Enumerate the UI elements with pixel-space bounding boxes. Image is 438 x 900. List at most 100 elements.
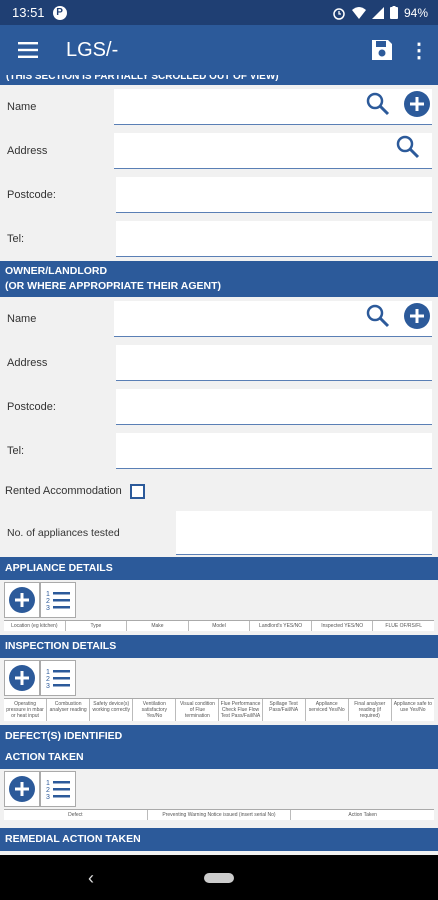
defects-section-header: DEFECT(S) IDENTIFIED bbox=[0, 725, 438, 748]
appliance-column-header: Landlord's YES/NO bbox=[250, 621, 312, 631]
appliance-column-header: FLUE OF/RS/FL bbox=[385, 623, 423, 629]
inspection-column-header: Operating pressure in mbar or heat input bbox=[4, 699, 48, 721]
owner-tel-input[interactable] bbox=[116, 433, 432, 469]
address-label: Address bbox=[7, 145, 48, 157]
address-input[interactable] bbox=[114, 133, 432, 169]
add-circle-icon[interactable] bbox=[404, 91, 430, 117]
svg-text:1: 1 bbox=[46, 780, 50, 787]
appliance-column-header: Type bbox=[66, 621, 128, 631]
system-nav-bar: ‹ bbox=[0, 855, 438, 900]
owner-header-line2: (OR WHERE APPROPRIATE THEIR AGENT) bbox=[5, 280, 222, 292]
partial-section-header: (THIS SECTION IS PARTIALLY SCROLLED OUT … bbox=[0, 75, 438, 85]
battery-level: 94% bbox=[403, 5, 428, 20]
remedial-section-header: REMEDIAL ACTION TAKEN bbox=[0, 828, 438, 851]
owner-postcode-label: Postcode: bbox=[7, 401, 56, 413]
inspection-list-button[interactable]: 123 bbox=[40, 660, 76, 696]
svg-text:1: 1 bbox=[46, 669, 50, 676]
inspection-column-header: Final analyser reading (if required) bbox=[349, 699, 392, 721]
numbered-list-icon: 123 bbox=[46, 669, 70, 690]
appliance-section-header: APPLIANCE DETAILS bbox=[0, 557, 438, 580]
appliances-tested-label: No. of appliances tested bbox=[7, 527, 120, 539]
add-appliance-button[interactable] bbox=[4, 582, 40, 618]
add-inspection-button[interactable] bbox=[4, 660, 40, 696]
svg-text:2: 2 bbox=[46, 787, 50, 794]
add-circle-icon bbox=[9, 665, 35, 691]
appliance-column-header: Model bbox=[189, 621, 251, 631]
owner-postcode-input[interactable] bbox=[116, 389, 432, 425]
inspection-column-header: Appliance safe to use Yes/No bbox=[393, 701, 433, 713]
inspection-column-header: Visual condition of Flue termination bbox=[176, 699, 220, 721]
wifi-icon bbox=[351, 6, 366, 19]
inspection-column-header: Flue Performance Check Flue Flow Test Pa… bbox=[219, 699, 263, 721]
app-title: LGS/- bbox=[66, 38, 119, 61]
search-icon[interactable] bbox=[396, 135, 420, 159]
appliance-column-header: Location (eg kitchen) bbox=[4, 621, 66, 631]
save-icon[interactable] bbox=[364, 32, 400, 68]
numbered-list-icon: 123 bbox=[46, 591, 70, 612]
status-bar: 13:51 P 94% bbox=[0, 0, 438, 25]
rented-label: Rented Accommodation bbox=[5, 485, 122, 497]
tel-row: Tel: bbox=[0, 217, 438, 261]
defect-columns: Defect Preventing Warning Notice issued (… bbox=[4, 809, 434, 820]
add-defect-button[interactable] bbox=[4, 771, 40, 807]
app-bar: LGS/- ⋮ bbox=[0, 25, 438, 75]
appliance-list-button[interactable]: 123 bbox=[40, 582, 76, 618]
appliance-column-header: Inspected YES/NO bbox=[312, 621, 374, 631]
owner-name-label: Name bbox=[7, 313, 37, 325]
inspection-section-header: INSPECTION DETAILS bbox=[0, 635, 438, 658]
owner-tel-label: Tel: bbox=[7, 445, 25, 457]
owner-section-header: OWNER/LANDLORD (OR WHERE APPROPRIATE THE… bbox=[0, 261, 438, 297]
more-options-icon[interactable]: ⋮ bbox=[400, 25, 438, 75]
defect-column-header: Defect bbox=[4, 810, 148, 820]
add-circle-icon[interactable] bbox=[404, 303, 430, 329]
search-icon[interactable] bbox=[366, 304, 390, 328]
defect-column-header: Preventing Warning Notice issued (insert… bbox=[148, 810, 292, 820]
defect-list-button[interactable]: 123 bbox=[40, 771, 76, 807]
owner-tel-row: Tel: bbox=[0, 429, 438, 473]
owner-address-row: Address bbox=[0, 341, 438, 385]
inspection-column-header: Combustion analyser reading bbox=[47, 699, 91, 721]
search-icon[interactable] bbox=[366, 92, 390, 116]
defect-column-header: Action Taken bbox=[348, 812, 377, 818]
inspection-column-header: Spillage Test Pass/Fail/NA bbox=[263, 699, 306, 721]
form-content[interactable]: (THIS SECTION IS PARTIALLY SCROLLED OUT … bbox=[0, 75, 438, 855]
rented-row: Rented Accommodation bbox=[0, 473, 438, 509]
inspection-column-header: Safety device(s) working correctly bbox=[90, 699, 134, 721]
svg-text:2: 2 bbox=[46, 676, 50, 683]
status-time: 13:51 bbox=[12, 5, 45, 20]
defect-grid: 123 Defect Preventing Warning Notice issu… bbox=[0, 769, 438, 824]
rented-checkbox[interactable] bbox=[129, 483, 145, 499]
postcode-input[interactable] bbox=[116, 177, 432, 213]
postcode-label: Postcode: bbox=[7, 189, 56, 201]
back-icon[interactable]: ‹ bbox=[88, 868, 94, 889]
inspection-column-header: Ventilation satisfactory Yes/No bbox=[133, 699, 177, 721]
appliance-columns: Location (eg kitchen) Type Make Model Landlo… bbox=[4, 620, 434, 631]
appliance-column-header: Make bbox=[127, 621, 189, 631]
address-row: Address bbox=[0, 129, 438, 173]
svg-text:3: 3 bbox=[46, 794, 50, 801]
numbered-list-icon: 123 bbox=[46, 780, 70, 801]
signal-icon bbox=[371, 6, 384, 19]
owner-address-label: Address bbox=[7, 357, 48, 369]
name-label: Name bbox=[7, 101, 37, 113]
battery-icon bbox=[389, 6, 398, 19]
svg-text:1: 1 bbox=[46, 591, 50, 598]
tel-input[interactable] bbox=[116, 221, 432, 257]
add-circle-icon bbox=[9, 776, 35, 802]
status-icons: 94% bbox=[332, 6, 428, 20]
tel-label: Tel: bbox=[7, 233, 25, 245]
appliances-tested-input[interactable] bbox=[176, 511, 432, 555]
action-section-header: ACTION TAKEN bbox=[0, 748, 438, 769]
svg-text:3: 3 bbox=[46, 605, 50, 612]
inspection-columns: Operating pressure in mbar or heat input… bbox=[4, 698, 434, 721]
owner-address-input[interactable] bbox=[116, 345, 432, 381]
home-pill-icon[interactable] bbox=[204, 872, 234, 883]
app-notification-icon: P bbox=[52, 5, 67, 20]
owner-name-row: Name bbox=[0, 297, 438, 341]
appliance-grid: 123 Location (eg kitchen) Type Make Model La… bbox=[0, 580, 438, 635]
owner-header-line1: OWNER/LANDLORD bbox=[5, 265, 108, 277]
hamburger-menu-icon[interactable] bbox=[0, 25, 56, 75]
owner-postcode-row: Postcode: bbox=[0, 385, 438, 429]
svg-text:2: 2 bbox=[46, 598, 50, 605]
postcode-row: Postcode: bbox=[0, 173, 438, 217]
